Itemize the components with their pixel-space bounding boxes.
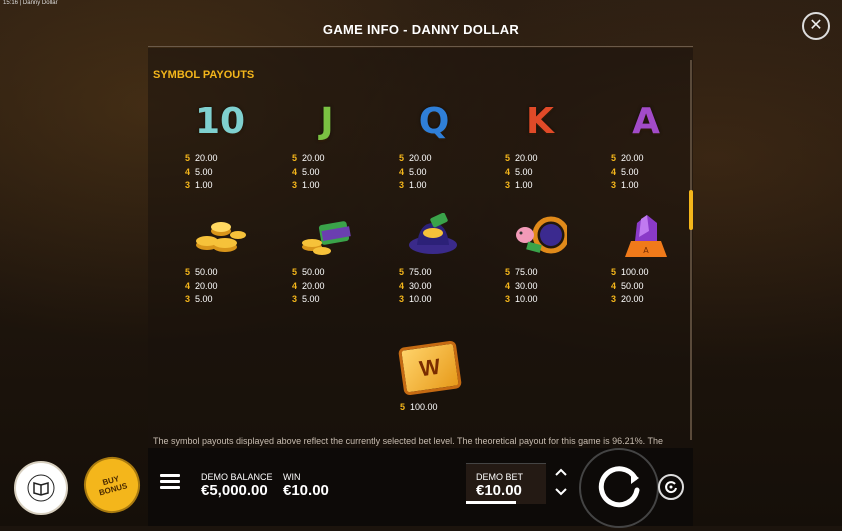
payout-row: 3 10.00 xyxy=(399,294,432,304)
symbol-q: Q 5 20.00 4 5.00 3 1.00 xyxy=(394,96,474,193)
header-divider xyxy=(148,46,693,47)
close-icon: ✕ xyxy=(809,17,823,34)
symbol-coins: 5 50.00 4 20.00 3 5.00 xyxy=(180,210,260,307)
payout-row: 5 20.00 xyxy=(292,153,325,163)
payout-row: 5 100.00 xyxy=(611,267,649,277)
payout-row: 5 100.00 xyxy=(400,402,438,412)
bet-level-indicator xyxy=(466,501,516,504)
scrollbar-track[interactable] xyxy=(690,60,692,440)
rtp-info-text: The symbol payouts displayed above refle… xyxy=(153,436,663,446)
bet-decrease-button[interactable] xyxy=(553,486,569,498)
symbol-cash-stack: 5 50.00 4 20.00 3 5.00 xyxy=(287,210,367,307)
payout-row: 3 1.00 xyxy=(505,180,533,190)
close-button[interactable]: ✕ xyxy=(802,12,830,40)
symbol-pig: 5 75.00 4 30.00 3 10.00 xyxy=(500,210,580,307)
demo-balance-value: €5,000.00 xyxy=(201,482,268,499)
status-bar: 15:16 | Danny Dollar xyxy=(3,0,58,6)
win-value: €10.00 xyxy=(283,482,329,499)
symbol-q-icon: Q xyxy=(404,96,464,146)
symbol-k-letter: K xyxy=(526,100,554,142)
symbol-k: K 5 20.00 4 5.00 3 1.00 xyxy=(500,96,580,193)
payout-row: 3 1.00 xyxy=(292,180,320,190)
cash-stack-icon xyxy=(297,210,357,260)
payout-row: 5 20.00 xyxy=(611,153,644,163)
spin-icon xyxy=(598,466,640,508)
payout-row: 3 1.00 xyxy=(399,180,427,190)
payout-row: 4 5.00 xyxy=(611,166,639,177)
coins-icon xyxy=(190,210,250,260)
spin-button[interactable] xyxy=(579,448,659,528)
symbol-10: 10 5 20.00 4 5.00 3 1.00 xyxy=(180,96,260,193)
chevron-up-icon xyxy=(555,468,567,476)
autoplay-icon xyxy=(665,481,677,494)
payout-row: 4 30.00 xyxy=(505,280,538,291)
symbol-j-icon: J xyxy=(297,96,357,146)
symbol-a-letter: A xyxy=(632,100,660,142)
symbol-10-letter: 10 xyxy=(194,100,246,142)
payout-row: 4 5.00 xyxy=(185,166,213,177)
payout-row: 4 20.00 xyxy=(185,280,218,291)
payout-row: 3 20.00 xyxy=(611,294,644,304)
symbol-10-icon: 10 xyxy=(190,96,250,146)
demo-bet-value: €10.00 xyxy=(476,482,522,499)
payout-row: 4 5.00 xyxy=(505,166,533,177)
symbol-a: A 5 20.00 4 5.00 3 1.00 xyxy=(606,96,686,193)
svg-text:A: A xyxy=(643,246,649,255)
payout-row: 3 10.00 xyxy=(505,294,538,304)
demo-balance-label: DEMO BALANCE xyxy=(201,472,273,482)
payout-row: 4 5.00 xyxy=(399,166,427,177)
bet-increase-button[interactable] xyxy=(553,466,569,478)
symbol-q-letter: Q xyxy=(418,100,450,142)
demo-bet-box[interactable]: DEMO BET €10.00 xyxy=(466,463,546,504)
payout-row: 5 50.00 xyxy=(185,267,218,277)
payout-row: 5 75.00 xyxy=(505,267,538,277)
payout-row: 3 1.00 xyxy=(185,180,213,190)
payout-row: 4 30.00 xyxy=(399,280,432,291)
symbol-j-letter: J xyxy=(320,100,334,142)
payout-row: 5 20.00 xyxy=(185,153,218,163)
chevron-down-icon xyxy=(555,488,567,496)
symbol-wild: W 5 100.00 xyxy=(390,340,470,415)
scrollbar-thumb[interactable] xyxy=(689,190,693,230)
payout-row: 4 20.00 xyxy=(292,280,325,291)
autoplay-button[interactable] xyxy=(658,474,684,500)
pig-icon xyxy=(510,210,570,260)
symbol-gem: A 5 100.00 4 50.00 3 20.00 xyxy=(606,210,686,307)
win-label: WIN xyxy=(283,472,301,482)
payout-row: 5 20.00 xyxy=(399,153,432,163)
symbol-hat: 5 75.00 4 30.00 3 10.00 xyxy=(394,210,474,307)
symbol-k-icon: K xyxy=(510,96,570,146)
payout-row: 4 50.00 xyxy=(611,280,644,291)
symbol-a-icon: A xyxy=(616,96,676,146)
payout-row: 4 5.00 xyxy=(292,166,320,177)
payout-row: 5 20.00 xyxy=(505,153,538,163)
payout-row: 3 5.00 xyxy=(292,294,320,304)
symbol-j: J 5 20.00 4 5.00 3 1.00 xyxy=(287,96,367,193)
status-app: Danny Dollar xyxy=(22,0,58,6)
page-title: GAME INFO - DANNY DOLLAR xyxy=(322,22,520,37)
menu-icon[interactable] xyxy=(160,474,180,490)
payout-row: 3 5.00 xyxy=(185,294,213,304)
status-time: 15:16 xyxy=(3,0,19,6)
payout-row: 3 1.00 xyxy=(611,180,639,190)
demo-bet-label: DEMO BET xyxy=(476,472,524,482)
hat-icon xyxy=(404,210,464,260)
book-icon xyxy=(27,474,55,502)
wild-icon: W xyxy=(397,340,463,396)
gem-icon: A xyxy=(616,210,676,260)
book-of-bonus-button[interactable] xyxy=(14,461,68,515)
payout-row: 5 75.00 xyxy=(399,267,432,277)
section-title: SYMBOL PAYOUTS xyxy=(153,69,255,81)
payout-row: 5 50.00 xyxy=(292,267,325,277)
